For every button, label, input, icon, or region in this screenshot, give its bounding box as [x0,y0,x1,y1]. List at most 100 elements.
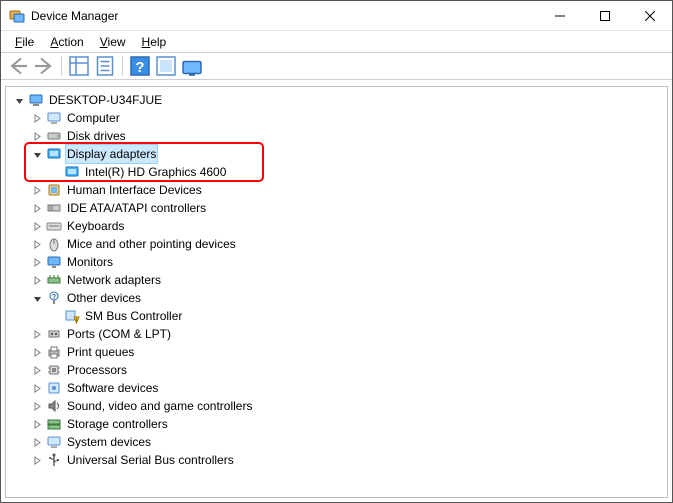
window-title: Device Manager [31,9,118,23]
expand-icon[interactable] [30,435,44,449]
tree-label: System devices [65,433,153,451]
computer-icon [46,110,62,126]
expand-icon[interactable] [30,399,44,413]
collapse-icon[interactable] [30,147,44,161]
monitor-icon [46,254,62,270]
tree-node-print-queues[interactable]: Print queues [10,343,667,361]
menu-file[interactable]: File [7,33,42,51]
minimize-button[interactable] [537,1,582,30]
expand-icon[interactable] [30,237,44,251]
disk-icon [46,128,62,144]
ide-icon [46,200,62,216]
speaker-icon [46,398,62,414]
printer-icon [46,344,62,360]
expand-icon[interactable] [30,363,44,377]
tree-node-display-child[interactable]: Intel(R) HD Graphics 4600 [10,163,667,181]
menu-help[interactable]: Help [134,33,175,51]
tree-node-usb[interactable]: Universal Serial Bus controllers [10,451,667,469]
toolbar: ? [1,52,672,80]
svg-text:?: ? [52,294,56,301]
tree-node-hid[interactable]: Human Interface Devices [10,181,667,199]
update-driver-button[interactable] [180,54,204,78]
tree-root-node[interactable]: DESKTOP-U34FJUE [10,91,667,109]
tree-node-network[interactable]: Network adapters [10,271,667,289]
tree-node-ide[interactable]: IDE ATA/ATAPI controllers [10,199,667,217]
collapse-icon[interactable] [30,291,44,305]
device-tree: DESKTOP-U34FJUE Computer Disk drives Dis… [10,91,667,469]
expand-icon[interactable] [30,129,44,143]
expand-icon[interactable] [30,273,44,287]
port-icon [46,326,62,342]
tree-label: Software devices [65,379,160,397]
properties-button[interactable] [93,54,117,78]
tree-node-keyboards[interactable]: Keyboards [10,217,667,235]
expand-icon[interactable] [30,219,44,233]
tree-node-mice[interactable]: Mice and other pointing devices [10,235,667,253]
device-manager-icon [9,8,25,24]
display-adapter-icon [64,164,80,180]
tree-label: Display adapters [65,144,158,164]
tree-label: Print queues [65,343,136,361]
forward-button [32,54,56,78]
no-twisty [48,309,62,323]
tree-node-ports[interactable]: Ports (COM & LPT) [10,325,667,343]
help-button[interactable]: ? [128,54,152,78]
tree-label: DESKTOP-U34FJUE [47,91,164,109]
menu-view[interactable]: View [92,33,134,51]
separator [61,56,62,76]
cpu-icon [46,362,62,378]
tree-label: IDE ATA/ATAPI controllers [65,199,208,217]
tree-node-display-adapters[interactable]: Display adapters [10,145,667,163]
menu-action[interactable]: Action [42,33,91,51]
network-icon [46,272,62,288]
tree-node-computer[interactable]: Computer [10,109,667,127]
titlebar: Device Manager [1,1,672,31]
warning-device-icon: ! [64,308,80,324]
tree-label: Sound, video and game controllers [65,397,254,415]
expand-icon[interactable] [30,255,44,269]
menubar: File Action View Help [1,31,672,52]
expand-icon[interactable] [30,111,44,125]
storage-icon [46,416,62,432]
keyboard-icon [46,218,62,234]
system-icon [46,434,62,450]
tree-label: Monitors [65,253,115,271]
other-device-icon: ? [46,290,62,306]
tree-label: Computer [65,109,122,127]
tree-label: Universal Serial Bus controllers [65,451,236,469]
tree-node-sound[interactable]: Sound, video and game controllers [10,397,667,415]
tree-node-monitors[interactable]: Monitors [10,253,667,271]
tree-label: SM Bus Controller [83,307,184,325]
expand-icon[interactable] [30,453,44,467]
expand-icon[interactable] [30,345,44,359]
separator [122,56,123,76]
tree-label: Human Interface Devices [65,181,204,199]
close-button[interactable] [627,1,672,30]
hid-icon [46,182,62,198]
tree-label: Other devices [65,289,143,307]
tree-node-other-devices[interactable]: ? Other devices [10,289,667,307]
collapse-icon[interactable] [12,93,26,107]
tree-node-other-child[interactable]: ! SM Bus Controller [10,307,667,325]
tree-node-software-devices[interactable]: Software devices [10,379,667,397]
scan-hardware-button[interactable] [154,54,178,78]
tree-label: Ports (COM & LPT) [65,325,173,343]
tree-label: Processors [65,361,129,379]
tree-node-storage[interactable]: Storage controllers [10,415,667,433]
expand-icon[interactable] [30,201,44,215]
tree-label: Keyboards [65,217,126,235]
tree-node-disk-drives[interactable]: Disk drives [10,127,667,145]
tree-label: Network adapters [65,271,163,289]
no-twisty [48,165,62,179]
maximize-button[interactable] [582,1,627,30]
tree-label: Disk drives [65,127,128,145]
expand-icon[interactable] [30,183,44,197]
tree-panel: DESKTOP-U34FJUE Computer Disk drives Dis… [5,86,668,498]
software-icon [46,380,62,396]
tree-node-processors[interactable]: Processors [10,361,667,379]
expand-icon[interactable] [30,417,44,431]
expand-icon[interactable] [30,381,44,395]
tree-node-system[interactable]: System devices [10,433,667,451]
show-hide-tree-button[interactable] [67,54,91,78]
expand-icon[interactable] [30,327,44,341]
